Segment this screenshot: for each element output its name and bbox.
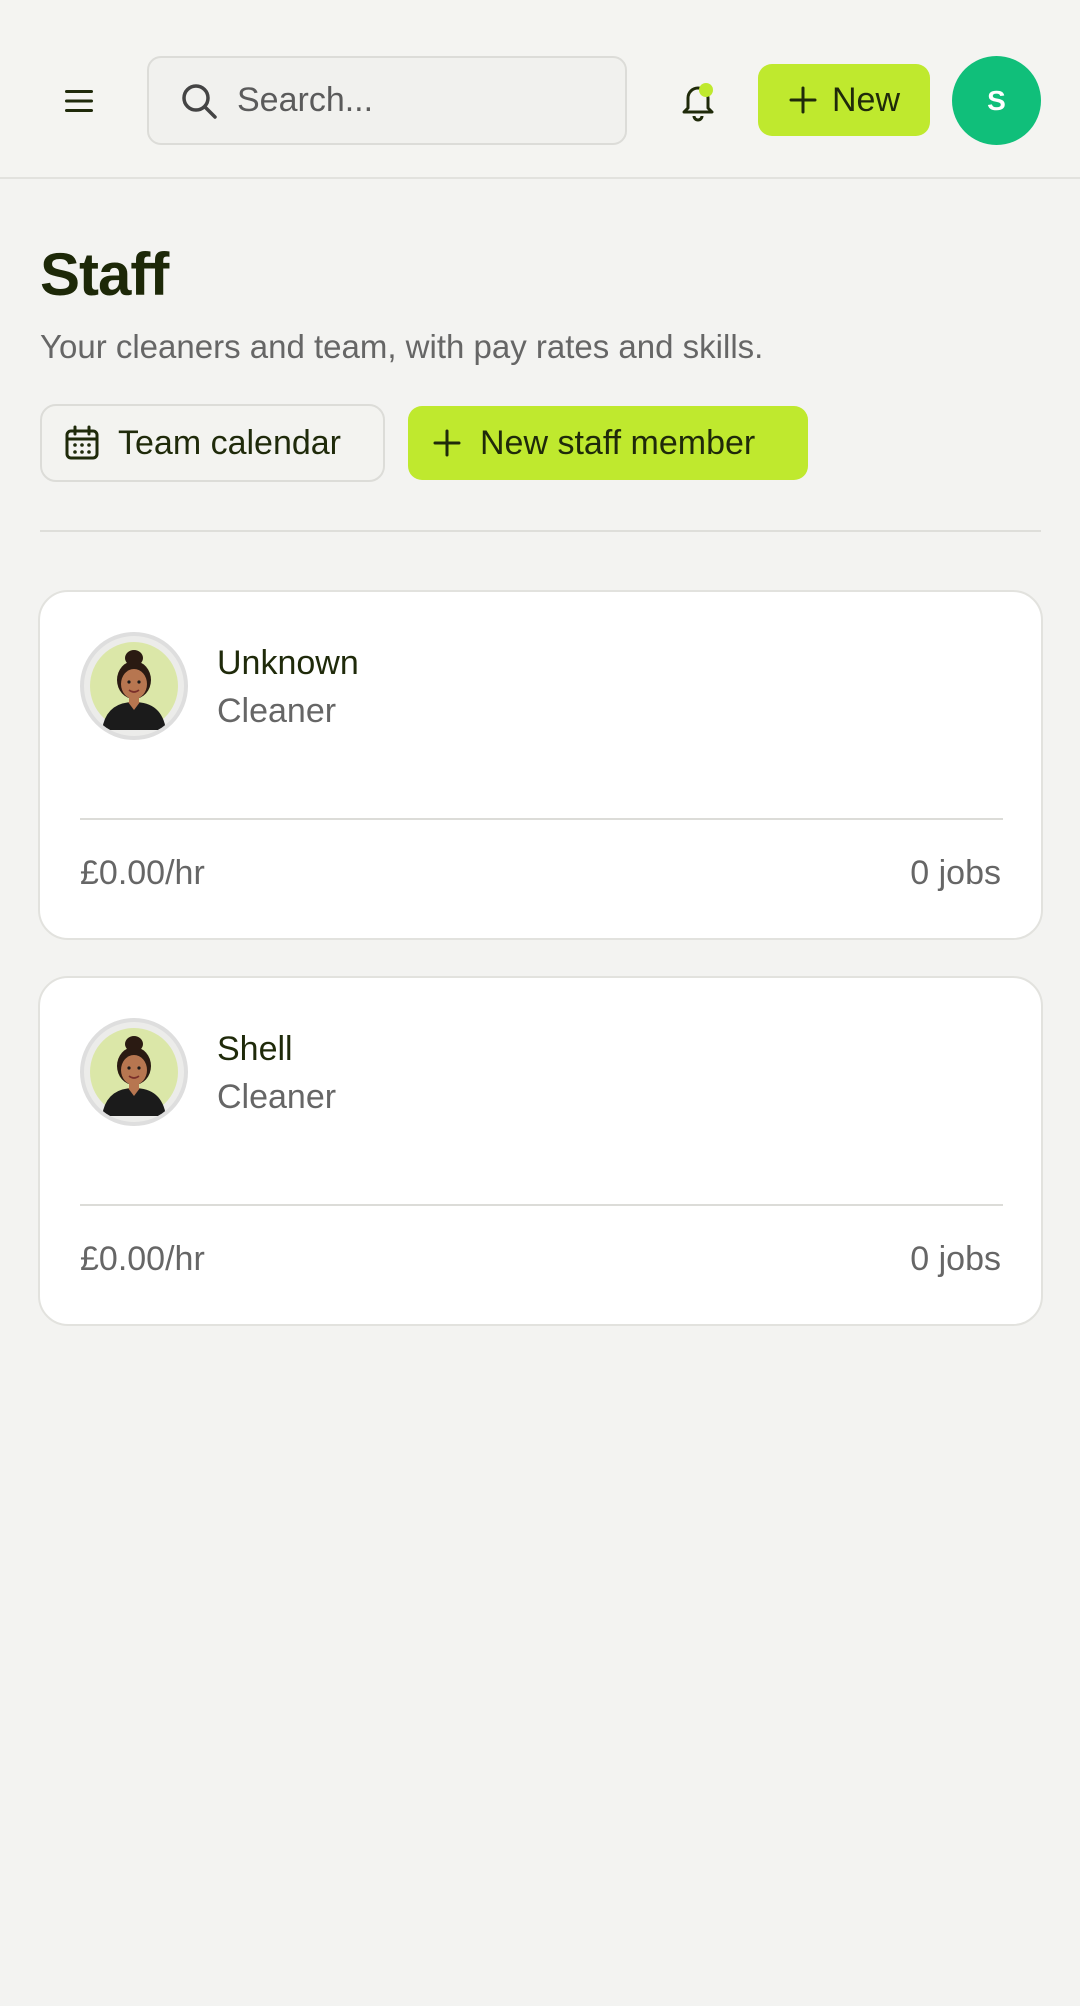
top-bar: New S [0,0,1080,179]
menu-button[interactable] [48,68,110,134]
cleaner-avatar-icon [90,1028,178,1116]
search-input[interactable] [237,81,617,120]
staff-pay-rate: £0.00/hr [80,1240,205,1278]
staff-card[interactable]: Shell Cleaner £0.00/hr 0 jobs [38,976,1043,1326]
plus-icon [433,429,461,457]
staff-name: Shell [217,1030,293,1068]
calendar-icon [65,425,99,460]
bell-icon [682,83,714,122]
staff-job-count: 0 jobs [910,854,1001,892]
new-staff-member-button[interactable]: New staff member [408,406,808,480]
team-calendar-button[interactable]: Team calendar [40,404,385,482]
user-avatar[interactable]: S [952,56,1041,145]
cleaner-avatar-icon [90,642,178,730]
staff-role: Cleaner [217,1078,337,1116]
card-divider [80,818,1003,820]
staff-avatar [80,632,188,740]
new-staff-member-label: New staff member [480,423,756,462]
avatar-initial: S [987,84,1006,116]
card-divider [80,1204,1003,1206]
staff-avatar [80,1018,188,1126]
page-title: Staff [40,241,169,308]
search-icon [182,83,217,119]
staff-pay-rate: £0.00/hr [80,854,205,892]
notifications-button[interactable] [672,74,724,126]
staff-job-count: 0 jobs [910,1240,1001,1278]
page-subtitle: Your cleaners and team, with pay rates a… [40,328,764,365]
staff-role: Cleaner [217,692,337,730]
section-divider [40,530,1041,532]
new-button-label: New [831,80,901,119]
team-calendar-label: Team calendar [118,423,342,462]
staff-name: Unknown [217,644,359,682]
staff-card[interactable]: Unknown Cleaner £0.00/hr 0 jobs [38,590,1043,940]
plus-icon [789,86,817,114]
new-button[interactable]: New [758,64,930,136]
hamburger-icon [65,90,93,112]
search-box[interactable] [147,56,627,145]
